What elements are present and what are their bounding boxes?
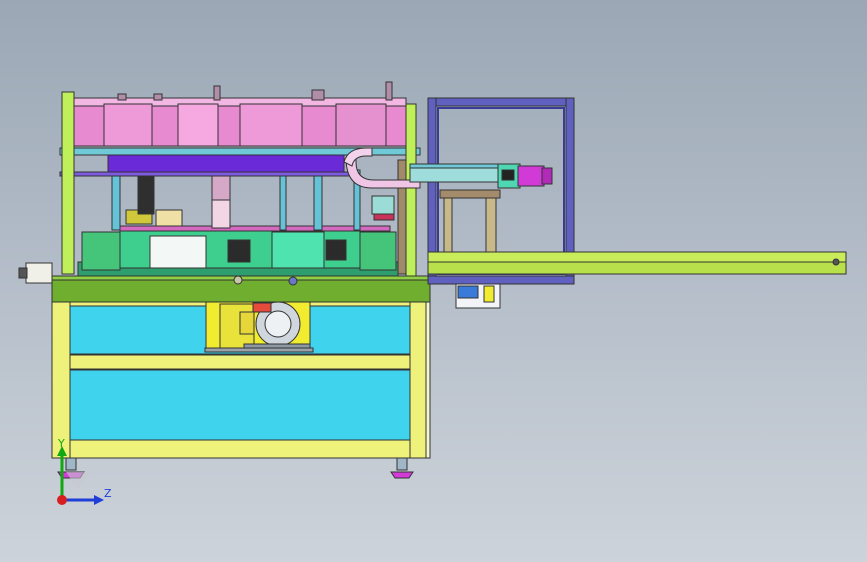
carousel-assembly bbox=[77, 205, 399, 277]
carousel-fixture-left bbox=[81, 231, 121, 271]
x-axis-dot bbox=[57, 495, 67, 505]
frame-leg-right bbox=[409, 299, 429, 459]
linear-rail bbox=[427, 251, 847, 275]
ring-segment-3 bbox=[239, 103, 303, 147]
frame-panel-lower bbox=[69, 369, 411, 441]
carousel-pink-rail bbox=[119, 225, 391, 232]
column-2 bbox=[279, 169, 287, 231]
cable-bundle bbox=[137, 171, 155, 215]
rail-endcap bbox=[832, 258, 840, 266]
ring-segment-4 bbox=[335, 103, 387, 147]
arm-rail bbox=[409, 167, 505, 183]
spindle-top bbox=[211, 175, 231, 201]
gearbox-window bbox=[457, 285, 479, 299]
carousel-stage bbox=[271, 231, 325, 269]
arm-carrier bbox=[371, 195, 395, 215]
gearbox bbox=[455, 283, 501, 309]
motor-foot bbox=[204, 347, 314, 353]
ring-cap-5 bbox=[385, 81, 393, 101]
servo-body bbox=[517, 165, 545, 187]
table-top bbox=[51, 275, 431, 303]
carousel-fixture-right bbox=[359, 231, 397, 271]
frame-leg-left bbox=[51, 299, 71, 459]
motor-red-guard bbox=[252, 302, 272, 313]
foot-right-pad bbox=[390, 471, 414, 479]
carousel-top-ring bbox=[61, 81, 407, 147]
ring-segment-2 bbox=[177, 103, 219, 147]
side-switch bbox=[18, 262, 53, 284]
carousel-tool-2 bbox=[325, 239, 347, 261]
ring-cap-3 bbox=[213, 85, 221, 101]
ring-cap-2 bbox=[153, 93, 163, 101]
post-left bbox=[61, 91, 75, 275]
servo-label bbox=[501, 169, 515, 181]
post-right bbox=[405, 103, 417, 277]
column-1 bbox=[111, 169, 121, 231]
z-axis-arrow bbox=[94, 495, 104, 505]
cad-viewport[interactable]: Y Z bbox=[0, 0, 867, 562]
column-3 bbox=[313, 169, 323, 231]
frame-crossbar bbox=[67, 354, 413, 370]
rail-upper bbox=[427, 251, 847, 263]
table-knob-right bbox=[288, 276, 298, 286]
central-spindle bbox=[211, 175, 231, 229]
cad-assembly-drawing[interactable]: Y Z bbox=[0, 0, 867, 562]
table-knob-left bbox=[233, 275, 243, 285]
ring-cap-1 bbox=[117, 93, 127, 101]
arm-rail-top bbox=[409, 163, 505, 169]
gantry-top bbox=[427, 97, 573, 107]
beam-purple bbox=[107, 153, 345, 173]
spindle-body bbox=[211, 199, 231, 229]
rail-lower bbox=[427, 261, 847, 275]
leveling-feet bbox=[57, 457, 414, 479]
ring-segment-1 bbox=[103, 103, 153, 147]
y-axis-label: Y bbox=[57, 437, 65, 450]
beam-lower-stripe bbox=[59, 171, 357, 177]
stand-top bbox=[439, 189, 501, 199]
foot-right-stem bbox=[396, 457, 408, 471]
motor-bracket bbox=[239, 311, 255, 335]
motor-hub bbox=[264, 310, 292, 338]
frame-skin-right bbox=[425, 299, 431, 459]
gearbox-tab bbox=[483, 285, 495, 303]
gantry-bottom bbox=[427, 275, 575, 285]
carousel-cream-tab bbox=[155, 209, 183, 227]
ring-cap-4 bbox=[311, 89, 325, 101]
carousel-tool-1 bbox=[227, 239, 251, 263]
carousel-white-block bbox=[149, 235, 207, 269]
servo-cap bbox=[541, 167, 553, 185]
triad-plane bbox=[66, 472, 90, 490]
switch-body bbox=[25, 262, 53, 284]
foot-left-stem bbox=[65, 457, 77, 471]
z-axis-label: Z bbox=[104, 487, 112, 500]
switch-cap bbox=[18, 267, 28, 279]
post-right-2 bbox=[397, 159, 407, 275]
drive-motor bbox=[204, 301, 314, 353]
